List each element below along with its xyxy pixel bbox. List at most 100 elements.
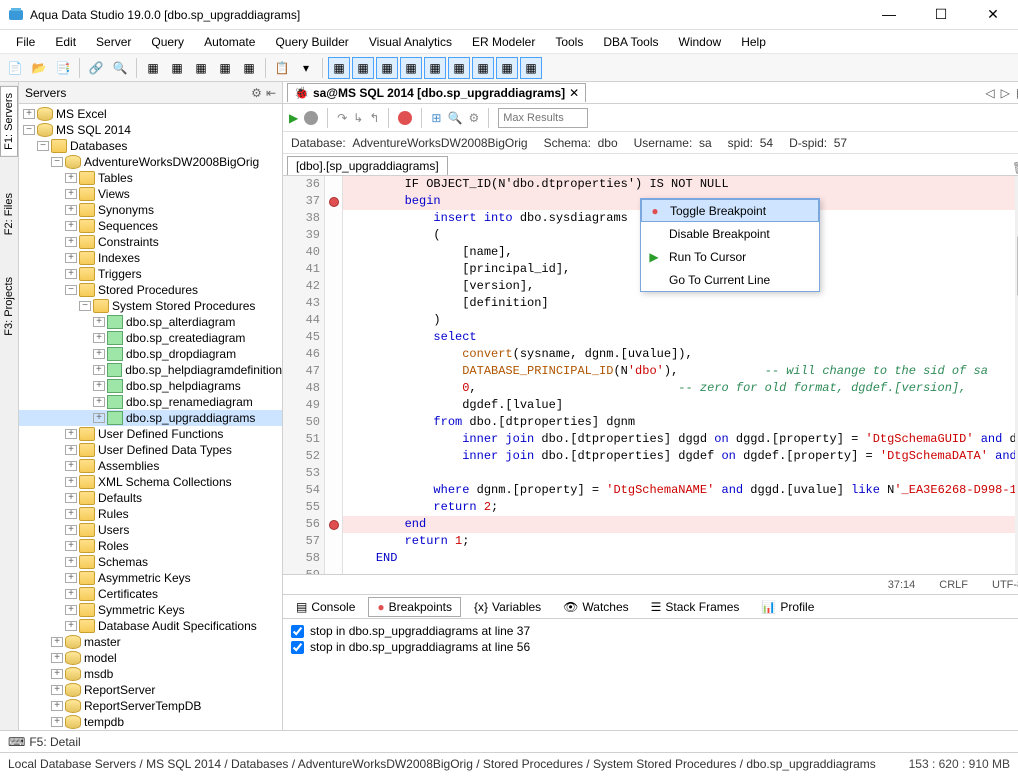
tree-node[interactable]: +Views	[19, 186, 282, 202]
tree-node[interactable]: +dbo.sp_creatediagram	[19, 330, 282, 346]
debug-tab-stack-frames[interactable]: ☰Stack Frames	[642, 597, 749, 617]
toolbar-dropdown[interactable]: ▾	[295, 57, 317, 79]
debug-tab-breakpoints[interactable]: ●Breakpoints	[368, 597, 461, 617]
tree-node[interactable]: +Database Audit Specifications	[19, 618, 282, 634]
step-into-button[interactable]: ↳	[353, 111, 363, 125]
tree-node[interactable]: +Sequences	[19, 218, 282, 234]
tree-node[interactable]: +XML Schema Collections	[19, 474, 282, 490]
tree-node[interactable]: +User Defined Functions	[19, 426, 282, 442]
tree-node[interactable]: +Indexes	[19, 250, 282, 266]
toolbar-button[interactable]: ▦	[214, 57, 236, 79]
menu-dba-tools[interactable]: DBA Tools	[595, 33, 666, 51]
tree-node[interactable]: +msdb	[19, 666, 282, 682]
maximize-button[interactable]: ☐	[924, 6, 958, 23]
tree-node[interactable]: +Symmetric Keys	[19, 602, 282, 618]
close-tab-icon[interactable]: ✕	[569, 86, 579, 100]
tree-node[interactable]: +tempdb	[19, 714, 282, 730]
breakpoint-checkbox[interactable]	[291, 625, 304, 638]
breakpoint-checkbox[interactable]	[291, 641, 304, 654]
toolbar-button[interactable]: ▦	[190, 57, 212, 79]
tree-node[interactable]: +Assemblies	[19, 458, 282, 474]
side-tab[interactable]: F3: Projects	[1, 271, 17, 342]
tree-node[interactable]: −Databases	[19, 138, 282, 154]
toolbar-button[interactable]: 🔍	[447, 111, 462, 125]
breakpoint-item[interactable]: stop in dbo.sp_upgraddiagrams at line 37	[291, 623, 1018, 639]
toolbar-button[interactable]: 📂	[28, 57, 50, 79]
breakpoint-marker[interactable]	[329, 197, 339, 207]
trash-icon[interactable]: 🗑	[1012, 161, 1018, 175]
close-button[interactable]: ✕	[976, 6, 1010, 23]
toolbar-button[interactable]: 📑	[52, 57, 74, 79]
tree-node[interactable]: +MS Excel	[19, 106, 282, 122]
tree-node[interactable]: +Roles	[19, 538, 282, 554]
toolbar-button[interactable]: 🔍	[109, 57, 131, 79]
tree-node[interactable]: +model	[19, 650, 282, 666]
menu-file[interactable]: File	[8, 33, 43, 51]
tree-node[interactable]: +dbo.sp_dropdiagram	[19, 346, 282, 362]
tree-node[interactable]: +Rules	[19, 506, 282, 522]
tree-node[interactable]: +Certificates	[19, 586, 282, 602]
minimize-button[interactable]: —	[872, 6, 906, 23]
debug-tab-watches[interactable]: 👁Watches	[554, 597, 637, 617]
menu-tools[interactable]: Tools	[547, 33, 591, 51]
step-out-button[interactable]: ↰	[369, 111, 379, 125]
context-menu-item[interactable]: Disable Breakpoint	[641, 222, 819, 245]
toolbar-view-button[interactable]: ▦	[400, 57, 422, 79]
collapse-icon[interactable]: ⇤	[266, 86, 276, 100]
menu-help[interactable]: Help	[733, 33, 774, 51]
context-menu[interactable]: ●Toggle BreakpointDisable Breakpoint▶Run…	[640, 198, 820, 292]
tree-node[interactable]: +Tables	[19, 170, 282, 186]
tree-node[interactable]: +dbo.sp_upgraddiagrams	[19, 410, 282, 426]
tree-node[interactable]: −System Stored Procedures	[19, 298, 282, 314]
breakpoint-button[interactable]	[398, 111, 412, 125]
max-results-input[interactable]	[498, 108, 588, 128]
tree-node[interactable]: +dbo.sp_renamediagram	[19, 394, 282, 410]
toolbar-view-button[interactable]: ▦	[352, 57, 374, 79]
toolbar-view-button[interactable]: ▦	[376, 57, 398, 79]
next-tab-icon[interactable]: ▷	[1001, 86, 1010, 100]
menu-edit[interactable]: Edit	[47, 33, 84, 51]
debug-tab-variables[interactable]: {x}Variables	[465, 597, 550, 617]
menu-window[interactable]: Window	[671, 33, 730, 51]
menu-query[interactable]: Query	[143, 33, 192, 51]
menu-er-modeler[interactable]: ER Modeler	[464, 33, 543, 51]
gear-icon[interactable]: ⚙	[251, 86, 262, 100]
step-over-button[interactable]: ↷	[337, 111, 347, 125]
side-tab[interactable]: F2: Files	[1, 187, 17, 241]
breakpoint-column[interactable]	[325, 176, 343, 574]
toolbar-view-button[interactable]: ▦	[448, 57, 470, 79]
toolbar-button[interactable]: ▦	[142, 57, 164, 79]
menu-server[interactable]: Server	[88, 33, 139, 51]
inner-tab[interactable]: [dbo].[sp_upgraddiagrams]	[287, 156, 448, 175]
tree-node[interactable]: +Triggers	[19, 266, 282, 282]
toolbar-button[interactable]: ▦	[166, 57, 188, 79]
context-menu-item[interactable]: Go To Current Line	[641, 268, 819, 291]
toolbar-button[interactable]: 📄	[4, 57, 26, 79]
tree-node[interactable]: +Users	[19, 522, 282, 538]
breakpoint-item[interactable]: stop in dbo.sp_upgraddiagrams at line 56	[291, 639, 1018, 655]
toolbar-view-button[interactable]: ▦	[520, 57, 542, 79]
toolbar-view-button[interactable]: ▦	[472, 57, 494, 79]
debug-tab-console[interactable]: ▤Console	[287, 597, 364, 617]
side-tab[interactable]: F1: Servers	[0, 86, 18, 157]
tree-node[interactable]: +Schemas	[19, 554, 282, 570]
stop-button[interactable]	[304, 111, 318, 125]
editor-tab[interactable]: 🐞 sa@MS SQL 2014 [dbo.sp_upgraddiagrams]…	[287, 83, 586, 102]
tree-node[interactable]: −MS SQL 2014	[19, 122, 282, 138]
tree-node[interactable]: −AdventureWorksDW2008BigOrig	[19, 154, 282, 170]
toolbar-button[interactable]: ⚙	[468, 111, 479, 125]
breakpoints-list[interactable]: stop in dbo.sp_upgraddiagrams at line 37…	[283, 619, 1018, 730]
toolbar-view-button[interactable]: ▦	[328, 57, 350, 79]
tree-node[interactable]: +User Defined Data Types	[19, 442, 282, 458]
tree-node[interactable]: +dbo.sp_helpdiagramdefinition	[19, 362, 282, 378]
breakpoint-marker[interactable]	[329, 520, 339, 530]
toolbar-button[interactable]: ▦	[238, 57, 260, 79]
toolbar-view-button[interactable]: ▦	[496, 57, 518, 79]
tree-node[interactable]: +Constraints	[19, 234, 282, 250]
context-menu-item[interactable]: ●Toggle Breakpoint	[641, 199, 819, 222]
menu-automate[interactable]: Automate	[196, 33, 263, 51]
tree-node[interactable]: +Defaults	[19, 490, 282, 506]
menu-query-builder[interactable]: Query Builder	[267, 33, 356, 51]
prev-tab-icon[interactable]: ◁	[985, 86, 994, 100]
toolbar-button[interactable]: ⊞	[431, 111, 441, 125]
